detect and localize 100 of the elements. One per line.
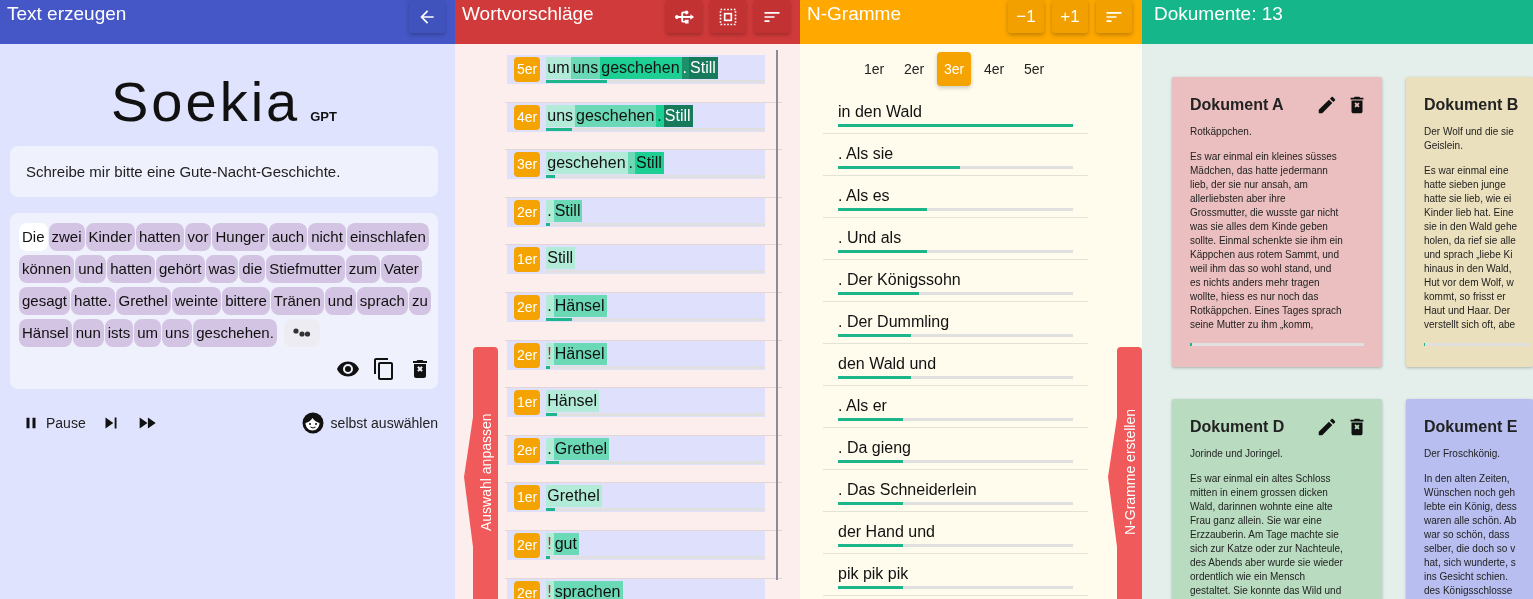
word-token[interactable]: Kinder: [85, 223, 135, 251]
suggestion-item[interactable]: 1er Still: [507, 245, 765, 275]
word-token[interactable]: Vater: [381, 255, 422, 283]
ngram-badge: 2er: [514, 294, 541, 320]
word-token[interactable]: auch: [268, 223, 308, 251]
word-segment: um: [546, 57, 572, 79]
word-token[interactable]: können: [19, 255, 75, 283]
more-button[interactable]: [283, 319, 320, 347]
ngram-badge: 2er: [514, 437, 541, 463]
ngram-badge: 5er: [514, 57, 541, 82]
word-token[interactable]: Stiefmutter: [266, 255, 345, 283]
word-token[interactable]: hatten: [135, 223, 184, 251]
ngram-badge: 1er: [514, 247, 541, 273]
word-segment: Grethel: [553, 437, 610, 460]
word-segment: .: [681, 57, 689, 79]
word-token[interactable]: Hänsel: [19, 319, 72, 347]
ngram-badge: 1er: [514, 485, 541, 511]
word-token[interactable]: Grethel: [115, 287, 171, 315]
ngram-text[interactable]: . Als sie: [838, 144, 1088, 164]
suggestion-item[interactable]: 3er geschehen . Still: [507, 150, 765, 180]
pencil-icon[interactable]: [1316, 416, 1338, 438]
document-title: Dokument D: [1190, 418, 1286, 436]
word-token[interactable]: einschlafen: [346, 223, 429, 251]
ngram-text[interactable]: . Da gieng: [838, 438, 1088, 458]
ngram-text[interactable]: der Hand und: [838, 522, 1088, 542]
word-token[interactable]: weinte: [171, 287, 222, 315]
suggestion-item[interactable]: 5er um uns geschehen . Still: [507, 55, 765, 84]
ngram-text[interactable]: in den Wald: [838, 102, 1088, 122]
word-token[interactable]: Tränen: [270, 287, 324, 315]
word-segment: Hänsel: [553, 294, 607, 317]
ngram-tab[interactable]: 5er: [1017, 52, 1051, 86]
word-segment: .: [627, 152, 635, 175]
branch-button[interactable]: [666, 0, 702, 33]
suggestion-item[interactable]: 2er . Grethel: [507, 435, 765, 465]
word-segment: geschehen: [575, 104, 657, 127]
word-token[interactable]: um: [134, 319, 162, 347]
ngram-badge: 3er: [514, 152, 541, 178]
logo-suffix: GPT: [310, 109, 337, 124]
ngram-text[interactable]: . Der Königssohn: [838, 270, 1088, 290]
document-title: Dokument A: [1190, 96, 1285, 114]
word-token[interactable]: zwei: [48, 223, 85, 251]
logo-wordmark: Soekia: [111, 74, 301, 130]
suggestion-item[interactable]: 1er Grethel: [507, 483, 765, 513]
ngram-tab[interactable]: 2er: [897, 52, 931, 86]
copy-icon[interactable]: [372, 357, 396, 381]
suggestion-item[interactable]: 1er Hänsel: [507, 388, 765, 418]
word-segment: sprachen: [553, 580, 623, 599]
suggestion-item[interactable]: 2er ! gut: [507, 530, 765, 560]
self-select-button[interactable]: selbst auswählen: [300, 411, 438, 435]
select-all-button[interactable]: [710, 0, 746, 33]
word-token[interactable]: zu: [408, 287, 431, 315]
word-token[interactable]: gesagt: [19, 287, 71, 315]
word-token[interactable]: Hunger: [212, 223, 268, 251]
word-segment: geschehen: [600, 57, 682, 79]
word-segment: .: [546, 294, 554, 317]
word-token[interactable]: was: [205, 255, 239, 283]
dashed-square-icon: [718, 6, 738, 27]
ngram-text[interactable]: . Der Dummling: [838, 312, 1088, 332]
word-token[interactable]: vor: [184, 223, 212, 251]
word-segment: Still: [553, 199, 583, 222]
ngram-text[interactable]: . Das Schneiderlein: [838, 480, 1088, 500]
suggestion-item[interactable]: 4er uns geschehen . Still: [507, 102, 765, 132]
suggestion-item[interactable]: 2er . Still: [507, 197, 765, 227]
word-token[interactable]: sprach: [356, 287, 408, 315]
word-token[interactable]: bittere: [222, 287, 270, 315]
word-token[interactable]: nun: [72, 319, 104, 347]
word-token[interactable]: hatte.: [71, 287, 115, 315]
suggestion-item[interactable]: 2er ! Hänsel: [507, 340, 765, 370]
document-text: Es war einmal ein altes Schloss mitten in einem grossen dicken Wald, darinnen wohnte eine alte Frau ganz allein. Sie war eine Erzzauberin. Am Tage machte sie sich zur Katze oder zur Nachteule, des Abends aber wurde sie wieder ordentlich wie ein Mensch gestaltet. Sie konnte das Wild und: [1190, 472, 1344, 598]
document-text: Jorinde und Joringel.: [1190, 447, 1284, 461]
ngram-tab[interactable]: 1er: [857, 52, 891, 86]
word-token[interactable]: ists: [104, 319, 134, 347]
suggestion-item[interactable]: 2er ! sprachen: [507, 578, 765, 599]
ngram-tab[interactable]: 4er: [977, 52, 1011, 86]
ngram-text[interactable]: . Als er: [838, 396, 1088, 416]
word-token[interactable]: Die: [19, 223, 48, 251]
word-token[interactable]: hatten: [107, 255, 155, 283]
sort-button[interactable]: [754, 0, 790, 33]
ngram-text[interactable]: pik pik pik: [838, 564, 1088, 584]
document-text: Es war einmal ein kleines süsses Mädchen, das hatte jedermann lieb, der sie nur ansah, am allerliebsten aber ihre Grossmutter, die wusste gar nicht was sie alles dem Kinde geben sollte. Einmal schenkte sie ihm ein Käppchen aus rotem Sammt, und weil ihm das so wohl stand, und es nichts anders mehr tragen wollte, hiess es nur noch das Rotkäppchen. Eines Tages sprach seine Mutter zu ihm „komm,: [1190, 150, 1344, 332]
word-segment: !: [546, 580, 554, 599]
back-button[interactable]: [409, 0, 445, 33]
pencil-icon[interactable]: [1316, 94, 1338, 116]
ngram-text[interactable]: . Und als: [838, 228, 1088, 248]
ngram-text[interactable]: den Wald und: [838, 354, 1088, 374]
word-token[interactable]: uns: [162, 319, 193, 347]
suggestion-item[interactable]: 2er . Hänsel: [507, 292, 765, 322]
word-token[interactable]: und: [324, 287, 356, 315]
word-token[interactable]: die: [239, 255, 266, 283]
word-segment: Hänsel: [546, 390, 600, 413]
word-token[interactable]: gehört: [155, 255, 205, 283]
word-segment: .: [546, 437, 554, 460]
word-token[interactable]: und: [75, 255, 107, 283]
pause-button[interactable]: Pause: [22, 414, 86, 432]
ngram-text[interactable]: . Als es: [838, 186, 1088, 206]
word-segment: Still: [546, 247, 575, 270]
word-segment: uns: [571, 57, 601, 79]
word-token[interactable]: zum: [345, 255, 381, 283]
word-token[interactable]: geschehen.: [193, 319, 277, 347]
word-token[interactable]: nicht: [308, 223, 346, 251]
